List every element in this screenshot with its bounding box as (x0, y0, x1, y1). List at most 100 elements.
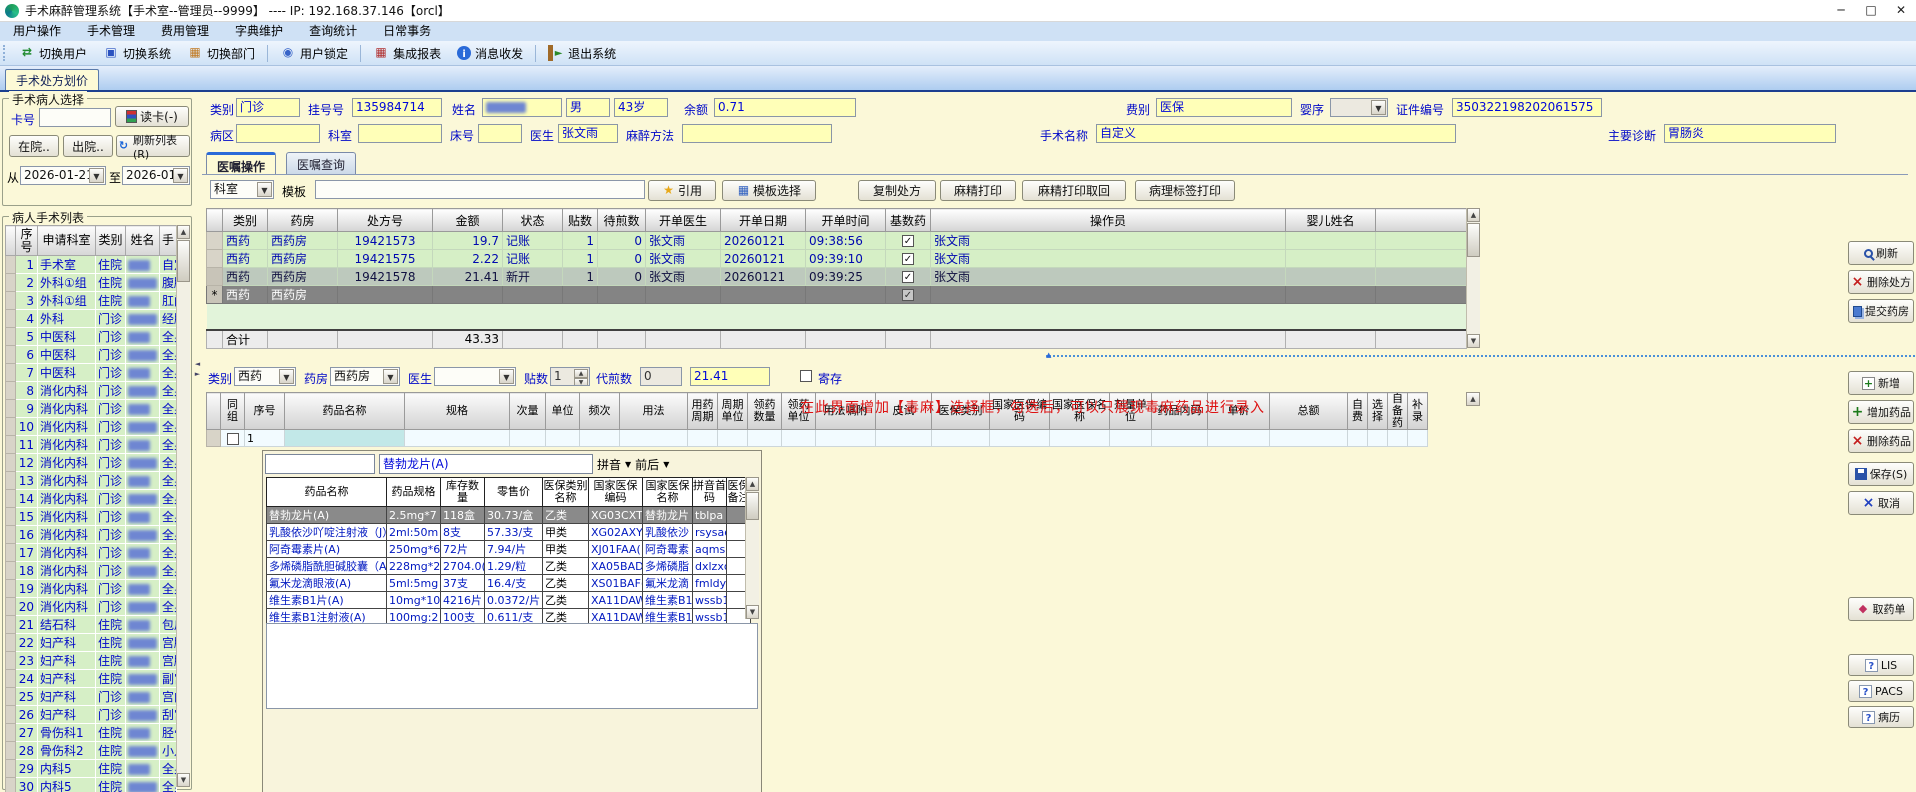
drug-entry-row[interactable]: 1 (206, 429, 1428, 447)
checkbox-checked-icon[interactable]: ✓ (902, 271, 914, 283)
menu-item[interactable]: 字典维护 (222, 22, 296, 41)
menu-item[interactable]: 用户操作 (0, 22, 74, 41)
card-no-input[interactable] (39, 108, 111, 127)
scroll-thumb[interactable] (746, 492, 759, 520)
scroll-down-icon[interactable]: ▼ (177, 773, 190, 787)
action-button[interactable]: 病历 (1848, 706, 1914, 728)
read-card-button[interactable]: 读卡(-) (115, 106, 189, 127)
patient-row[interactable]: 1手术室住院 自定 (5, 255, 177, 274)
patient-row[interactable]: 10消化内科门诊 全身 (5, 417, 177, 436)
close-button[interactable]: ✕ (1886, 0, 1916, 22)
action-button[interactable]: 删除药品 (1848, 429, 1914, 453)
patient-row[interactable]: 17消化内科门诊 全身 (5, 543, 177, 562)
chevron-down-icon[interactable]: ▼ (279, 369, 294, 384)
scroll-down-icon[interactable]: ▼ (1467, 334, 1480, 348)
panel-splitter[interactable]: ◄ ► (193, 347, 202, 391)
toolbar-button[interactable]: 切换系统 (95, 43, 179, 64)
checkbox-icon[interactable] (226, 432, 239, 445)
chevron-down-icon[interactable]: ▼ (1371, 100, 1386, 115)
chevron-down-icon[interactable]: ▼ (383, 369, 398, 384)
order-row[interactable]: 西药 西药房 19421573 19.7 记账 1 0 张文雨 20260121 09:38:56… (206, 231, 1467, 250)
date-to-select[interactable]: 2026-01-21 ▼ (122, 166, 190, 185)
in-hospital-button[interactable]: 在院.. (9, 135, 59, 157)
toolbar-button[interactable]: 集成报表 (365, 43, 449, 64)
drug-option-row[interactable]: 阿奇霉素片(A) 250mg*6 72片 7.94/片 甲类 XJ01FAA(阿奇霉素 aq… (266, 540, 751, 558)
drug-option-row[interactable]: 多烯磷脂酰胆碱胶囊（A） 228mg*2 2704.0(1.29/粒 乙类 XA05BA… (266, 557, 751, 575)
patient-row[interactable]: 14消化内科门诊 全身 (5, 489, 177, 508)
patient-row[interactable]: 16消化内科门诊 全身 (5, 525, 177, 544)
patient-row[interactable]: 25妇产科门诊 宫内 (5, 687, 177, 706)
action-button[interactable]: 增加药品 (1848, 400, 1914, 424)
toolbar-button[interactable]: 用户锁定 (272, 43, 356, 64)
scroll-up-icon[interactable]: ▲ (177, 225, 190, 239)
action-button[interactable]: PACS (1848, 680, 1914, 702)
patient-row[interactable]: 26妇产科门诊 刮宫 (5, 705, 177, 724)
chevron-down-icon[interactable]: ▼ (663, 460, 669, 469)
toolbar-button[interactable]: 切换用户 (11, 43, 95, 64)
tab-surgery-pricing[interactable]: 手术处方划价 (5, 69, 100, 90)
order-row[interactable]: * 西药 西药房 ✓ (206, 285, 1467, 304)
template-button[interactable]: 病理标签打印 (1135, 180, 1235, 201)
horizontal-splitter[interactable]: ▲▲ (1046, 351, 1916, 363)
drug-scroll-up-icon[interactable]: ▲ (1466, 392, 1480, 406)
action-button[interactable]: 提交药房 (1848, 299, 1914, 323)
patient-row[interactable]: 27骨伤科1住院 胫骨 (5, 723, 177, 742)
menu-item[interactable]: 日常事务 (370, 22, 444, 41)
patient-row[interactable]: 29内科5住院 全身 (5, 759, 177, 778)
patient-row[interactable]: 9消化内科门诊 全身 (5, 399, 177, 418)
action-button[interactable]: 取药单 (1848, 597, 1914, 621)
drug-option-row[interactable]: 氟米龙滴眼液(A) 5ml:5mg 37支 16.4/支 乙类 XS01BAF(氟米龙滴 f… (266, 574, 751, 592)
drug-name-edit-cell[interactable] (284, 429, 405, 447)
patient-row[interactable]: 19消化内科门诊 全身 (5, 579, 177, 598)
chevron-down-icon[interactable]: ▼ (89, 168, 104, 183)
patient-row[interactable]: 8消化内科门诊 全身 (5, 381, 177, 400)
patient-row[interactable]: 20消化内科门诊 全身 (5, 597, 177, 616)
patient-row[interactable]: 2外科①组住院 腹腔 (5, 273, 177, 292)
action-button[interactable]: 保存(S) (1848, 462, 1914, 486)
maximize-button[interactable]: □ (1856, 0, 1886, 22)
chevron-down-icon[interactable]: ▼ (173, 168, 188, 183)
patient-row[interactable]: 18消化内科门诊 全身 (5, 561, 177, 580)
scroll-down-icon[interactable]: ▼ (746, 605, 759, 619)
toolbar-button[interactable]: 切换部门 (179, 43, 263, 64)
baby-select[interactable]: ▼ (1330, 98, 1388, 117)
popup-scrollbar[interactable]: ▲ ▼ (745, 477, 759, 619)
action-button[interactable]: 删除处方 (1848, 270, 1914, 294)
drug-option-row[interactable]: 乳酸依沙吖啶注射液（J） 2ml:50m 8支 57.33/支 甲类 XG02AXY(乳酸… (266, 523, 751, 541)
spin-down-icon[interactable]: ▼ (574, 378, 588, 385)
patient-row[interactable]: 23妇产科住院 宫腔 (5, 651, 177, 670)
patient-row[interactable]: 22妇产科住院 宫腔 (5, 633, 177, 652)
template-button[interactable]: 麻精打印 (940, 180, 1016, 201)
template-button[interactable]: 引用 (648, 180, 716, 201)
patient-row[interactable]: 30内科5住院 全身 (5, 777, 177, 792)
chevron-down-icon[interactable]: ▼ (257, 182, 272, 197)
entry-type-select[interactable]: 西药 ▼ (234, 367, 296, 386)
menu-item[interactable]: 查询统计 (296, 22, 370, 41)
patient-row[interactable]: 21结石科住院 包皮 (5, 615, 177, 634)
out-hospital-button[interactable]: 出院.. (63, 135, 113, 157)
entry-pharmacy-select[interactable]: 西药房 ▼ (330, 367, 400, 386)
patient-row[interactable]: 6中医科门诊 全身 (5, 345, 177, 364)
menu-item[interactable]: 费用管理 (148, 22, 222, 41)
checkbox-checked-icon[interactable]: ✓ (902, 253, 914, 265)
drug-search-input[interactable] (265, 454, 375, 474)
action-button[interactable]: 新增 (1848, 371, 1914, 395)
toolbar-button[interactable]: 消息收发 (449, 43, 531, 64)
template-button[interactable]: 模板选择 (722, 180, 816, 201)
patient-row[interactable]: 28骨伤科2住院 小儿 (5, 741, 177, 760)
template-input[interactable] (315, 180, 645, 199)
chevron-down-icon[interactable]: ▼ (499, 369, 514, 384)
entry-tie-stepper[interactable]: 1 ▲ ▼ (550, 367, 590, 386)
entry-doctor-select[interactable]: ▼ (434, 367, 516, 386)
scroll-thumb[interactable] (177, 240, 190, 282)
tab-order-query[interactable]: 医嘱查询 (286, 152, 357, 174)
order-row[interactable]: 西药 西药房 19421578 21.41 新开 1 0 张文雨 20260121 09:39:2… (206, 267, 1467, 286)
chevron-down-icon[interactable]: ▼ (625, 460, 631, 469)
patient-list-scrollbar[interactable]: ▲ ▼ (176, 225, 190, 787)
patient-row[interactable]: 3外科①组住院 肛门 (5, 291, 177, 310)
patient-row[interactable]: 24妇产科住院 副宫 (5, 669, 177, 688)
checkbox-checked-icon[interactable]: ✓ (902, 235, 914, 247)
scroll-up-icon[interactable]: ▲ (746, 477, 759, 491)
patient-row[interactable]: 7中医科门诊 全身 (5, 363, 177, 382)
patient-row[interactable]: 4外科门诊 经膀 (5, 309, 177, 328)
